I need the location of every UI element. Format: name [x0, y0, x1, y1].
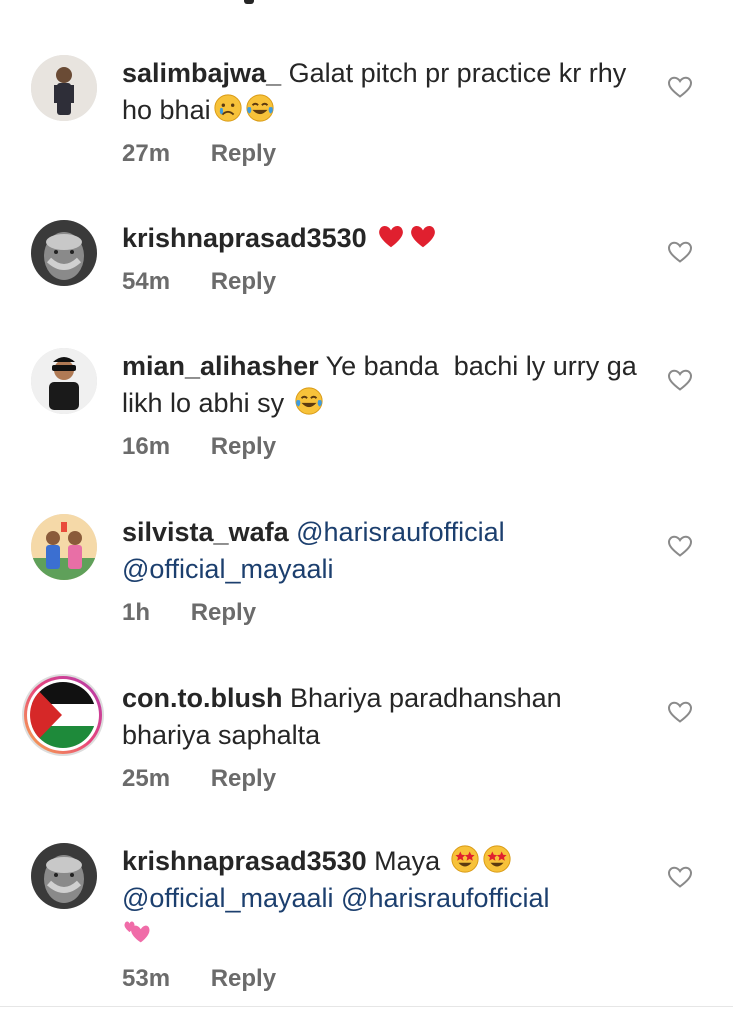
- comment-text: silvista_wafa @harisraufofficial @offici…: [122, 514, 652, 588]
- previous-comment-fragment: [0, 0, 733, 10]
- comment-time: 25m: [122, 765, 171, 792]
- tears-of-joy-icon: [245, 93, 275, 123]
- divider: [0, 1006, 733, 1007]
- two-hearts-icon: [122, 918, 152, 948]
- avatar[interactable]: [31, 55, 97, 121]
- comment-username[interactable]: krishnaprasad3530: [122, 846, 367, 876]
- mention-link[interactable]: @harisraufofficial: [341, 883, 550, 913]
- crying-face-icon: [213, 93, 243, 123]
- comment-time: 27m: [122, 140, 171, 167]
- comment-body: Maya: [374, 846, 441, 876]
- comment-username[interactable]: mian_alihasher: [122, 351, 319, 381]
- reply-button[interactable]: Reply: [211, 763, 276, 795]
- red-heart-icon: [376, 221, 406, 251]
- mention-link[interactable]: @official_mayaali: [122, 554, 334, 584]
- comment-time: 54m: [122, 268, 171, 295]
- mention-link[interactable]: @harisraufofficial: [296, 517, 505, 547]
- like-heart-icon[interactable]: [667, 700, 693, 724]
- reply-button[interactable]: Reply: [211, 963, 276, 995]
- reply-button[interactable]: Reply: [211, 266, 276, 298]
- reply-button[interactable]: Reply: [191, 597, 256, 629]
- reply-button[interactable]: Reply: [211, 138, 276, 170]
- avatar[interactable]: [31, 220, 97, 286]
- red-heart-icon: [408, 221, 438, 251]
- avatar[interactable]: [31, 348, 97, 414]
- comment-text: krishnaprasad3530 Maya @official_mayaali…: [122, 843, 652, 954]
- star-struck-icon: [450, 844, 480, 874]
- comment-time: 16m: [122, 433, 171, 460]
- tears-of-joy-icon: [294, 386, 324, 416]
- comment-username[interactable]: con.to.blush: [122, 683, 282, 713]
- comment-username[interactable]: krishnaprasad3530: [122, 223, 367, 253]
- avatar[interactable]: [31, 843, 97, 909]
- comment-time: 53m: [122, 965, 171, 992]
- comment-time: 1h: [122, 599, 151, 626]
- avatar[interactable]: [31, 514, 97, 580]
- like-heart-icon[interactable]: [667, 75, 693, 99]
- comment-username[interactable]: salimbajwa_: [122, 58, 281, 88]
- like-heart-icon[interactable]: [667, 368, 693, 392]
- mention-link[interactable]: @official_mayaali: [122, 883, 334, 913]
- like-heart-icon[interactable]: [667, 865, 693, 889]
- like-heart-icon[interactable]: [667, 240, 693, 264]
- avatar[interactable]: [22, 674, 104, 756]
- comment-text: salimbajwa_ Galat pitch pr practice kr r…: [122, 55, 652, 129]
- comment-text: con.to.blush Bhariya paradhanshan bhariy…: [122, 680, 652, 754]
- reply-button[interactable]: Reply: [211, 431, 276, 463]
- like-heart-icon[interactable]: [667, 534, 693, 558]
- star-struck-icon: [482, 844, 512, 874]
- comment-text: krishnaprasad3530: [122, 220, 652, 257]
- comment-text: mian_alihasher Ye banda bachi ly urry ga…: [122, 348, 652, 422]
- comment-username[interactable]: silvista_wafa: [122, 517, 289, 547]
